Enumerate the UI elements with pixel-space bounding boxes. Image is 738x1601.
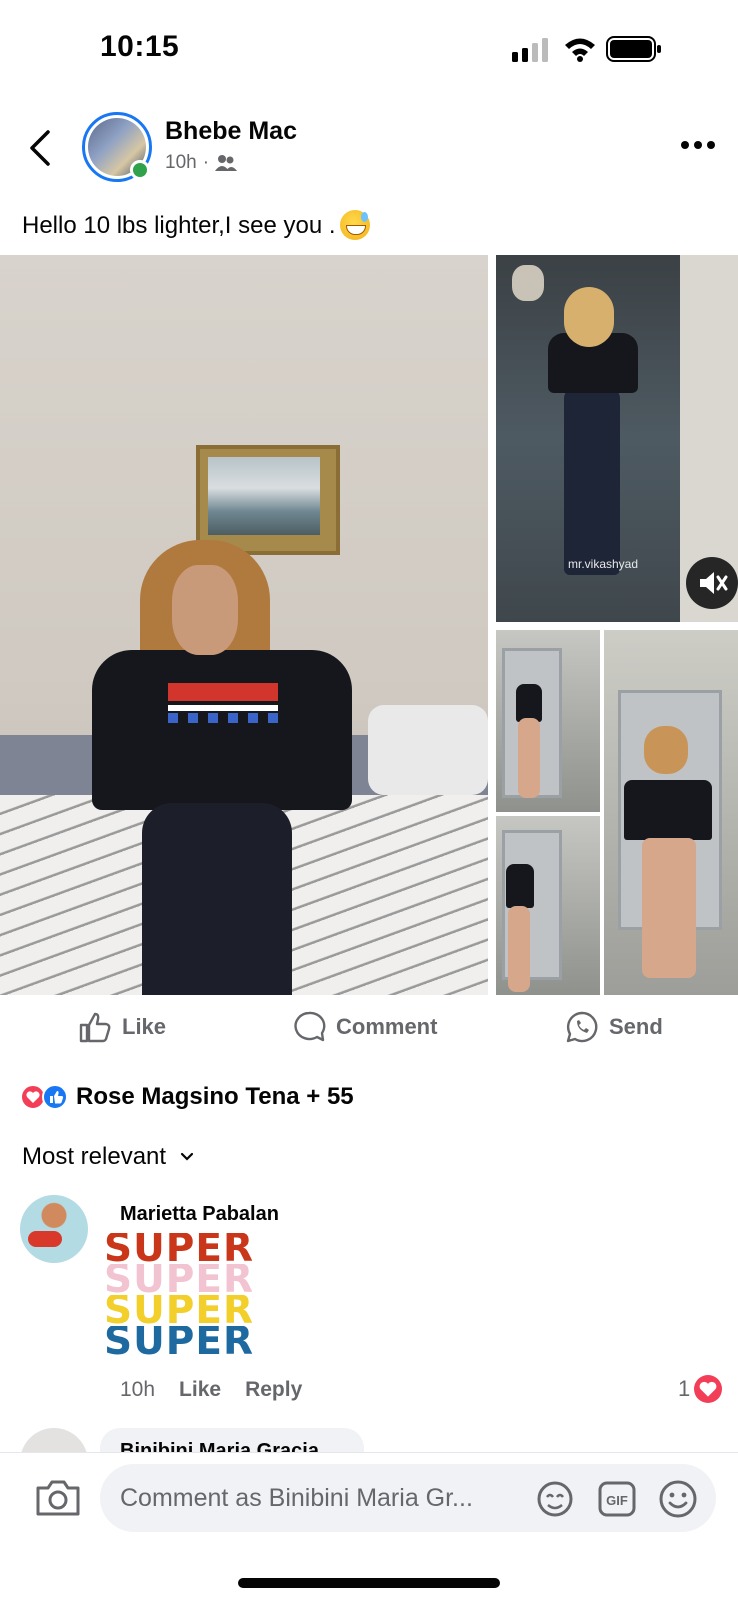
send-button[interactable]: Send bbox=[565, 1010, 663, 1044]
comment-meta: 10h Like Reply bbox=[120, 1378, 302, 1402]
comment-reply-button[interactable]: Reply bbox=[245, 1378, 302, 1402]
more-options-icon[interactable] bbox=[680, 140, 716, 150]
back-icon[interactable] bbox=[26, 128, 56, 168]
commenter-avatar[interactable] bbox=[20, 1195, 88, 1263]
mute-button[interactable] bbox=[686, 557, 738, 609]
status-time: 10:15 bbox=[100, 30, 180, 63]
sticker-word: SUPER bbox=[104, 1264, 255, 1295]
super-sticker: SUPER SUPER SUPER SUPER bbox=[104, 1233, 304, 1363]
speaker-muted-icon bbox=[700, 572, 728, 594]
post-photo-3[interactable] bbox=[496, 630, 600, 812]
reaction-count: 1 bbox=[678, 1376, 691, 1401]
battery-icon bbox=[606, 36, 661, 62]
sweat-smile-emoji-icon bbox=[339, 210, 370, 240]
post-author-name[interactable]: Bhebe Mac bbox=[165, 117, 297, 146]
reactions-text: Rose Magsino Tena + 55 bbox=[76, 1083, 354, 1110]
comment-icon bbox=[294, 1011, 326, 1042]
send-label: Send bbox=[609, 1014, 663, 1039]
post-photo-5[interactable] bbox=[604, 630, 738, 995]
comment-time: 10h bbox=[120, 1378, 156, 1401]
like-reaction-icon bbox=[42, 1084, 68, 1110]
black-shirt bbox=[92, 650, 352, 810]
like-label: Like bbox=[122, 1014, 167, 1039]
comment-input-placeholder: Comment as Binibini Maria Gr... bbox=[120, 1484, 473, 1512]
status-bar: 10:15 bbox=[0, 0, 738, 100]
thumbs-up-icon bbox=[79, 1012, 111, 1043]
emoji-icon[interactable] bbox=[658, 1479, 698, 1519]
heart-icon bbox=[694, 1375, 723, 1403]
wall-painting bbox=[196, 445, 340, 555]
sticker-word: SUPER bbox=[104, 1295, 255, 1326]
sort-label: Most relevant bbox=[22, 1143, 167, 1170]
sticker-word: SUPER bbox=[104, 1233, 255, 1264]
caption-text: Hello 10 lbs lighter,I see you . bbox=[22, 212, 336, 239]
sticker-word: SUPER bbox=[104, 1326, 255, 1357]
comment-label: Comment bbox=[336, 1014, 438, 1039]
avatar-sticker-icon[interactable] bbox=[535, 1479, 575, 1519]
watermark: mr.vikashyad bbox=[568, 557, 639, 571]
comment-like-button[interactable]: Like bbox=[179, 1378, 221, 1402]
shirt-graphic bbox=[168, 683, 278, 723]
post-time: 10h bbox=[165, 152, 197, 173]
commenter-name[interactable]: Marietta Pabalan bbox=[120, 1203, 279, 1226]
online-status-dot bbox=[130, 160, 150, 180]
comment-reaction-count[interactable]: 1 bbox=[678, 1375, 723, 1403]
like-button[interactable]: Like bbox=[78, 1010, 166, 1044]
home-indicator bbox=[238, 1578, 500, 1588]
comment-sort-dropdown[interactable]: Most relevant bbox=[22, 1143, 194, 1171]
post-photo-main[interactable] bbox=[0, 255, 488, 995]
camera-icon[interactable] bbox=[34, 1478, 82, 1518]
post-meta: 10h · bbox=[165, 152, 238, 174]
post-caption: Hello 10 lbs lighter,I see you . bbox=[22, 210, 370, 240]
svg-text:GIF: GIF bbox=[606, 1493, 628, 1508]
whatsapp-icon bbox=[566, 1011, 598, 1043]
reactions-summary[interactable]: Rose Magsino Tena + 55 bbox=[20, 1083, 354, 1111]
comment-button[interactable]: Comment bbox=[292, 1010, 437, 1044]
signal-icon bbox=[512, 38, 548, 62]
wifi-icon bbox=[565, 38, 595, 62]
post-photo-4[interactable] bbox=[496, 816, 600, 995]
gif-icon[interactable]: GIF bbox=[597, 1479, 637, 1519]
friends-icon bbox=[215, 155, 238, 171]
chevron-down-icon bbox=[180, 1152, 194, 1161]
mask-decor bbox=[512, 265, 544, 301]
